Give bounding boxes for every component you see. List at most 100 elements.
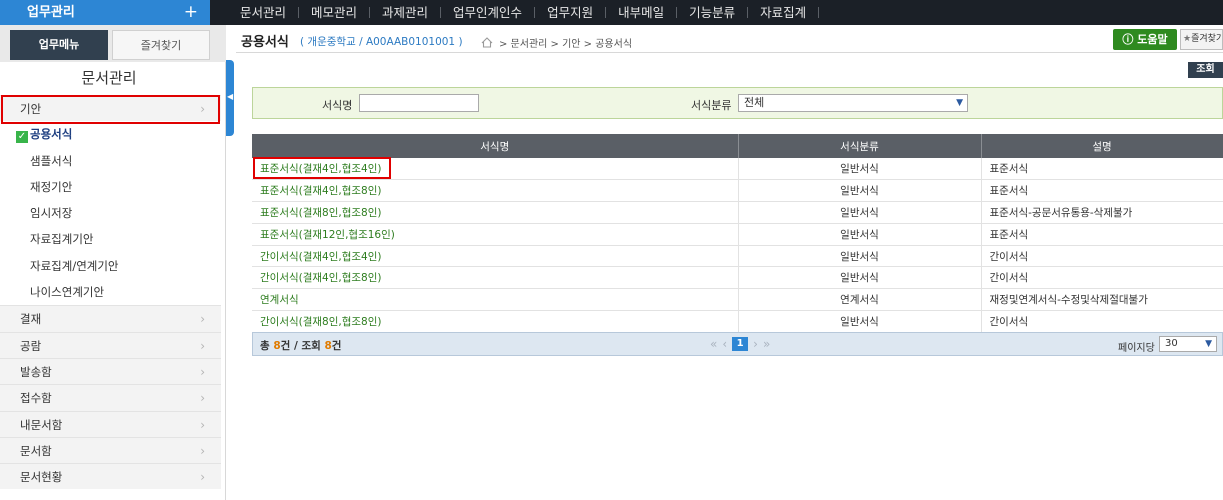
tab-work-menu[interactable]: 업무메뉴 [10, 30, 108, 60]
form-name-cell[interactable]: 간이서식(결재4인,협조4인) [252, 245, 739, 268]
sidebar-category[interactable]: 문서함 › [0, 436, 221, 464]
view-button[interactable]: 조회 [1188, 62, 1223, 78]
sidebar-item-label: 나이스연계기안 [30, 285, 105, 300]
sidebar-subitem[interactable]: 샘플서식 [0, 147, 221, 174]
form-name-cell[interactable]: 간이서식(결재4인,협조8인) [252, 266, 739, 290]
table-row[interactable]: 표준서식(결재4인,협조8인) 일반서식 표준서식 [252, 179, 1223, 203]
form-category-label: 서식분류 [691, 99, 732, 112]
form-category-cell: 일반서식 [738, 201, 982, 224]
school-info: ( 개운중학교 / A00AAB0101001 ) [300, 36, 463, 48]
form-name-label: 서식명 [322, 99, 353, 112]
sidebar-item-label: 공용서식 [30, 127, 73, 142]
sidebar-category[interactable]: 발송함 › [0, 357, 221, 385]
sidebar-item-label: 공람 [20, 338, 42, 353]
table-row[interactable]: 연계서식 연계서식 재정및연계서식-수정및삭제절대불가 [252, 288, 1223, 312]
sidebar-subitem[interactable]: 임시저장 [0, 200, 221, 227]
form-description-cell: 간이서식 [981, 310, 1223, 333]
form-category-cell: 일반서식 [738, 245, 982, 268]
page-size-value: 30 [1165, 338, 1178, 349]
page-size-select[interactable]: 30 ▼ [1159, 336, 1217, 352]
top-nav-item[interactable]: 문서관리 [228, 0, 298, 25]
chevron-right-icon: › [200, 417, 205, 432]
favorite-label: 즐겨찾기 [1191, 34, 1223, 44]
form-name-cell[interactable]: 표준서식(결재8인,협조8인) [252, 201, 739, 224]
chevron-right-icon: › [200, 391, 205, 406]
table-header-row: 서식명 서식분류 설명 [252, 134, 1223, 158]
chevron-right-icon: › [200, 312, 205, 327]
sidebar-title: 문서관리 [81, 69, 137, 87]
sidebar-category[interactable]: 공람 › [0, 331, 221, 358]
help-button[interactable]: ⓘ 도움말 [1113, 29, 1177, 50]
column-header-name[interactable]: 서식명 [252, 134, 739, 158]
work-menu-header[interactable]: 업무관리 + [0, 0, 210, 25]
sidebar-subitem[interactable]: 나이스연계기안 [0, 279, 221, 306]
sidebar-item-label: 재정기안 [30, 179, 73, 194]
sidebar-category[interactable]: 접수함 › [0, 384, 221, 411]
sidebar-item-label: 자료집계/연계기안 [30, 258, 119, 273]
table-row[interactable]: 간이서식(결재8인,협조8인) 일반서식 간이서식 [252, 310, 1223, 333]
sidebar-subitem[interactable]: ✓ 공용서식 [0, 121, 221, 148]
form-name-cell[interactable]: 연계서식 [252, 288, 739, 312]
dropdown-arrow-icon: ▼ [1205, 339, 1212, 349]
prev-page-icon[interactable]: ‹ [722, 337, 727, 351]
favorite-button[interactable]: ★즐겨찾기 [1180, 29, 1223, 50]
form-description-cell: 간이서식 [981, 245, 1223, 268]
form-category-cell: 일반서식 [738, 158, 982, 181]
sidebar-subitem[interactable]: 자료집계기안 [0, 226, 221, 253]
top-nav-item[interactable]: 메모관리 [299, 0, 369, 25]
top-nav-item[interactable]: 업무인계인수 [441, 0, 534, 25]
form-category-value: 전체 [744, 96, 765, 109]
top-nav-item[interactable]: 내부메일 [606, 0, 676, 25]
top-nav-item[interactable]: 업무지원 [535, 0, 605, 25]
breadcrumb: > 문서관리 > 기안 > 공용서식 [481, 35, 632, 50]
top-nav-item[interactable]: 자료집계 [748, 0, 818, 25]
table-row[interactable]: 표준서식(결재4인,협조4인) 일반서식 표준서식 [252, 158, 1223, 181]
sidebar-category[interactable]: 기안 › [0, 95, 221, 122]
page-title: 공용서식 [241, 35, 289, 50]
sidebar-item-label: 문서현황 [20, 470, 63, 485]
last-page-icon[interactable]: » [763, 337, 770, 351]
form-name-cell[interactable]: 표준서식(결재4인,협조4인) [252, 158, 739, 181]
sidebar-category[interactable]: 내문서함 › [0, 410, 221, 437]
breadcrumb-path: > 문서관리 > 기안 > 공용서식 [499, 39, 633, 50]
table-row[interactable]: 간이서식(결재4인,협조8인) 일반서식 간이서식 [252, 266, 1223, 290]
home-icon[interactable] [481, 37, 493, 48]
sidebar-item-label: 기안 [20, 102, 42, 116]
sidebar-collapse-handle[interactable]: ◀ [226, 60, 234, 136]
form-name-cell[interactable]: 간이서식(결재8인,협조8인) [252, 310, 739, 333]
sidebar-subitem[interactable]: 자료집계/연계기안 [0, 252, 221, 280]
top-nav-item[interactable]: 과제관리 [370, 0, 440, 25]
first-page-icon[interactable]: « [710, 337, 717, 351]
top-nav-item[interactable]: 기능분류 [677, 0, 747, 25]
table-row[interactable]: 간이서식(결재4인,협조4인) 일반서식 간이서식 [252, 245, 1223, 268]
sidebar-category[interactable]: 문서현황 › [0, 463, 221, 490]
table-row[interactable]: 표준서식(결재12인,협조16인) 일반서식 표준서식 [252, 223, 1223, 246]
form-description-cell: 간이서식 [981, 266, 1223, 290]
sidebar-item-label: 문서함 [20, 443, 52, 458]
form-name-input[interactable] [359, 94, 479, 112]
tab-favorites[interactable]: 즐겨찾기 [112, 30, 210, 60]
check-icon: ✓ [16, 131, 28, 144]
current-page[interactable]: 1 [732, 337, 749, 351]
help-label: 도움말 [1137, 33, 1168, 46]
chevron-right-icon: › [200, 470, 205, 485]
form-category-cell: 일반서식 [738, 223, 982, 246]
chevron-right-icon: › [200, 338, 205, 353]
search-panel: 서식명 서식분류 전체 ▼ [252, 87, 1223, 119]
sidebar-category[interactable]: 결재 › [0, 305, 221, 332]
column-header-category[interactable]: 서식분류 [738, 134, 982, 158]
next-page-icon[interactable]: › [753, 337, 758, 351]
header-divider [236, 52, 1223, 53]
form-category-cell: 일반서식 [738, 179, 982, 203]
form-name-cell[interactable]: 표준서식(결재4인,협조8인) [252, 179, 739, 203]
nav-separator [818, 7, 820, 18]
column-header-description[interactable]: 설명 [981, 134, 1223, 158]
form-category-select[interactable]: 전체 ▼ [738, 94, 968, 112]
form-category-cell: 일반서식 [738, 266, 982, 290]
plus-icon[interactable]: + [184, 0, 198, 25]
form-description-cell: 재정및연계서식-수정및삭제절대불가 [981, 288, 1223, 312]
sidebar-subitem[interactable]: 재정기안 [0, 173, 221, 201]
sidebar-item-label: 접수함 [20, 391, 52, 406]
form-name-cell[interactable]: 표준서식(결재12인,협조16인) [252, 223, 739, 246]
table-row[interactable]: 표준서식(결재8인,협조8인) 일반서식 표준서식-공문서유통용-삭제불가 [252, 201, 1223, 224]
